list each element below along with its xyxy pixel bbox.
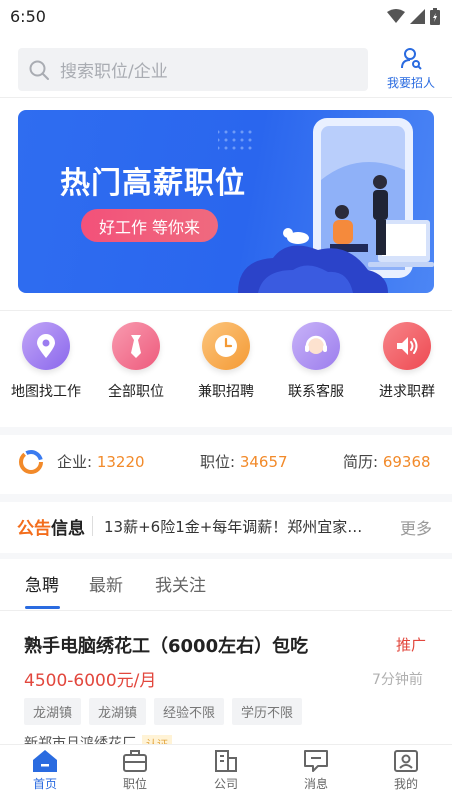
stat-label: 职位: <box>200 453 236 471</box>
quick-entry-map[interactable]: 地图找工作 <box>1 322 91 401</box>
tab-urgent[interactable]: 急聘 <box>25 571 59 596</box>
quick-entry-label: 联系客服 <box>288 384 344 400</box>
stats-logo-icon <box>19 450 43 474</box>
wifi-icon <box>387 9 405 23</box>
quick-entry-label: 地图找工作 <box>11 384 81 400</box>
divider <box>0 97 452 98</box>
stat-label: 企业: <box>57 453 93 471</box>
clock-icon <box>202 322 250 370</box>
promo-banner[interactable]: 热门高薪职位 好工作 等你来 <box>18 110 434 293</box>
search-placeholder: 搜索职位/企业 <box>60 62 168 82</box>
notice-more-link[interactable]: 更多 <box>400 515 432 539</box>
nav-label: 首页 <box>32 777 57 791</box>
search-header: 搜索职位/企业 我要招人 <box>0 46 452 94</box>
profile-icon <box>394 750 418 772</box>
message-icon <box>304 750 328 772</box>
stat-resumes: 简历: 69368 <box>343 451 431 472</box>
stat-jobs: 职位: 34657 <box>200 451 288 472</box>
search-input[interactable]: 搜索职位/企业 <box>18 48 368 91</box>
quick-entry-group[interactable]: 进求职群 <box>362 322 452 401</box>
nav-messages[interactable]: 消息 <box>271 749 361 792</box>
tab-following[interactable]: 我关注 <box>155 571 206 596</box>
stat-label: 简历: <box>343 453 379 471</box>
recruit-label: 我要招人 <box>386 76 435 90</box>
nav-label: 职位 <box>122 777 147 791</box>
home-icon <box>33 750 57 772</box>
recruit-button[interactable]: 我要招人 <box>380 46 442 94</box>
job-tag: 龙湖镇 <box>89 698 147 725</box>
notice-text[interactable]: 13薪+6险1金+每年调薪！郑州宜家… <box>104 516 384 537</box>
nav-jobs[interactable]: 职位 <box>90 749 180 792</box>
stat-companies: 企业: 13220 <box>57 451 145 472</box>
nav-label: 我的 <box>393 777 418 791</box>
divider <box>0 610 452 611</box>
building-icon <box>215 750 237 772</box>
tab-latest[interactable]: 最新 <box>89 571 123 596</box>
status-icons <box>387 7 440 25</box>
quick-entry-row: 地图找工作 全部职位 兼职招聘 联系客服 进求职群 <box>0 322 452 412</box>
job-salary: 4500-6000元/月 <box>24 671 157 691</box>
quick-entry-label: 全部职位 <box>108 384 164 400</box>
recruit-user-icon <box>401 48 422 70</box>
job-post-time: 7分钟前 <box>372 672 423 688</box>
section-gap <box>0 427 452 435</box>
banner-title: 热门高薪职位 <box>60 166 246 201</box>
headset-icon <box>292 322 340 370</box>
battery-icon <box>430 7 440 25</box>
stats-row: 企业: 13220 职位: 34657 简历: 69368 <box>0 437 452 485</box>
quick-entry-label: 进求职群 <box>379 384 435 400</box>
quick-entry-all-jobs[interactable]: 全部职位 <box>91 322 181 401</box>
divider <box>0 310 452 311</box>
search-icon <box>29 60 49 80</box>
notice-separator <box>92 516 93 536</box>
job-tag: 经验不限 <box>154 698 225 725</box>
job-card[interactable]: 熟手电脑绣花工（6000左右）包吃 推广 4500-6000元/月 7分钟前 龙… <box>0 620 452 750</box>
quick-entry-support[interactable]: 联系客服 <box>271 322 361 401</box>
notice-bar[interactable]: 公告信息 13薪+6险1金+每年调薪！郑州宜家… 更多 <box>0 503 452 549</box>
notice-logo-part2: 信息 <box>51 519 85 539</box>
speaker-icon <box>383 322 431 370</box>
notice-logo-part1: 公告 <box>17 519 51 539</box>
job-tag: 龙湖镇 <box>24 698 82 725</box>
stat-value: 69368 <box>382 453 431 471</box>
banner-illustration <box>218 118 434 293</box>
quick-entry-part-time[interactable]: 兼职招聘 <box>181 322 271 401</box>
section-gap <box>0 494 452 502</box>
section-gap <box>0 553 452 559</box>
nav-label: 消息 <box>303 777 328 791</box>
bottom-nav: 首页 职位 公司 消息 我的 <box>0 744 452 804</box>
map-pin-icon <box>22 322 70 370</box>
job-tag: 学历不限 <box>232 698 303 725</box>
job-tabs: 急聘 最新 我关注 <box>0 560 452 610</box>
job-title: 熟手电脑绣花工（6000左右）包吃 <box>24 636 309 657</box>
briefcase-icon <box>123 750 147 772</box>
tie-icon <box>112 322 160 370</box>
banner-slogan: 好工作 等你来 <box>81 209 218 242</box>
nav-label: 公司 <box>213 777 238 791</box>
stat-value: 34657 <box>239 453 288 471</box>
job-tags: 龙湖镇 龙湖镇 经验不限 学历不限 <box>24 698 303 725</box>
status-time: 6:50 <box>10 6 46 26</box>
nav-profile[interactable]: 我的 <box>361 749 451 792</box>
status-bar: 6:50 <box>0 0 452 32</box>
notice-logo: 公告信息 <box>17 514 85 539</box>
quick-entry-label: 兼职招聘 <box>198 384 254 400</box>
promoted-badge: 推广 <box>396 636 427 654</box>
nav-company[interactable]: 公司 <box>181 749 271 792</box>
signal-icon <box>410 8 425 24</box>
nav-home[interactable]: 首页 <box>0 749 90 792</box>
stat-value: 13220 <box>96 453 145 471</box>
tab-active-indicator <box>25 606 60 609</box>
